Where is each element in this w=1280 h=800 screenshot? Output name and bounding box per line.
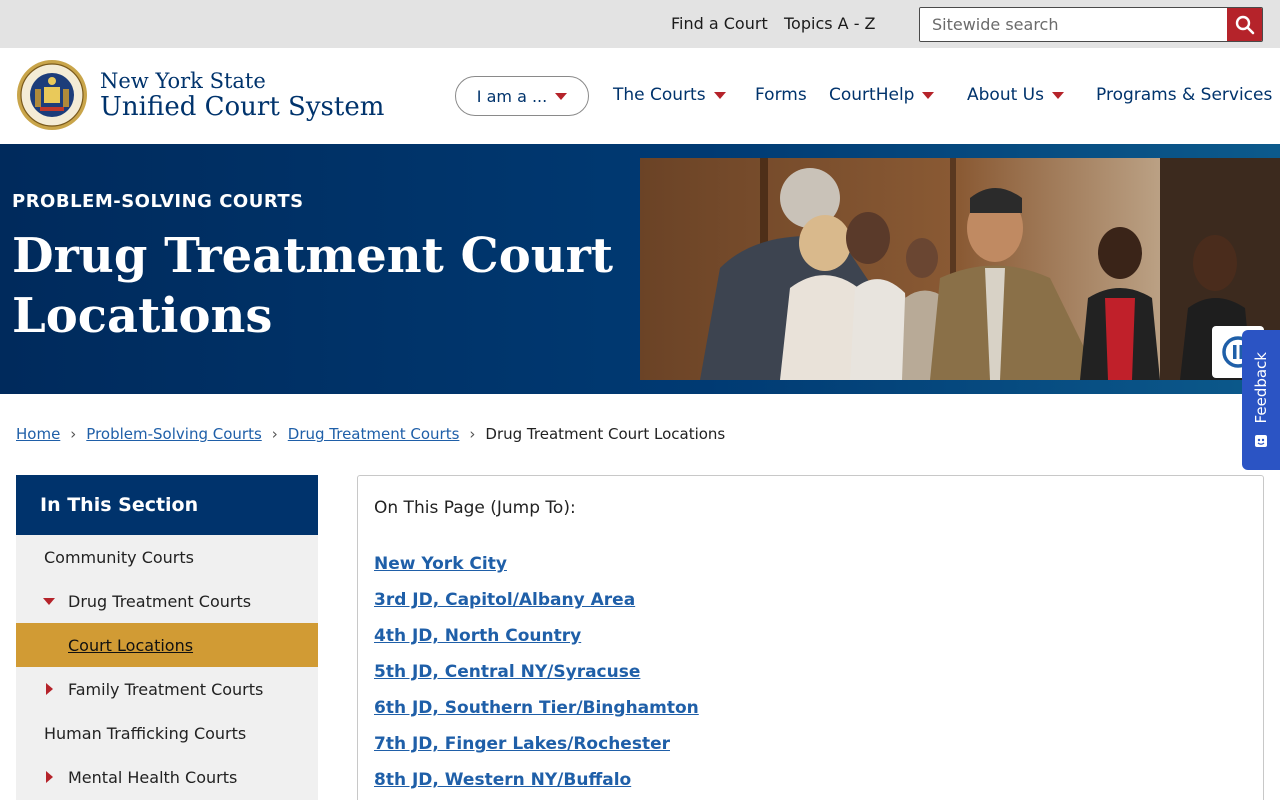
breadcrumb-problem-solving-courts[interactable]: Problem-Solving Courts — [86, 425, 261, 443]
site-header: New York State Unified Court System I am… — [0, 48, 1280, 144]
section-sidebar: In This Section Community Courts Drug Tr… — [16, 475, 318, 800]
chevron-down-icon — [555, 92, 568, 100]
hero-banner: PROBLEM-SOLVING COURTS Drug Treatment Co… — [0, 144, 1280, 394]
i-am-a-dropdown[interactable]: I am a ... — [455, 76, 589, 116]
jump-link-4th-jd[interactable]: 4th JD, North Country — [374, 626, 581, 646]
feedback-icon — [1255, 434, 1267, 447]
brand-title-line1[interactable]: New York State — [100, 69, 266, 93]
list-item: 3rd JD, Capitol/Albany Area — [374, 590, 699, 626]
nav-label: CourtHelp — [829, 85, 915, 105]
sidebar-item-label: Drug Treatment Courts — [68, 591, 252, 611]
list-item: 7th JD, Finger Lakes/Rochester — [374, 734, 699, 770]
jump-link-8th-jd[interactable]: 8th JD, Western NY/Buffalo — [374, 770, 631, 790]
list-item: 5th JD, Central NY/Syracuse — [374, 662, 699, 698]
chevron-down-icon — [1051, 91, 1064, 99]
sidebar-item-label: Mental Health Courts — [68, 767, 238, 787]
sidebar-item-label: Court Locations — [68, 635, 194, 655]
search-button[interactable] — [1227, 8, 1262, 41]
hero-photo — [640, 158, 1280, 380]
nav-label: Forms — [755, 85, 807, 105]
nav-the-courts[interactable]: The Courts — [613, 85, 726, 105]
chevron-right-icon: › — [271, 425, 278, 443]
page-title: Drug Treatment Court Locations — [12, 228, 614, 344]
topics-a-z-link[interactable]: Topics A - Z — [784, 14, 876, 33]
sidebar-item-drug-treatment-courts[interactable]: Drug Treatment Courts — [16, 579, 318, 623]
sidebar-item-human-trafficking-courts[interactable]: Human Trafficking Courts — [16, 711, 318, 755]
list-item: 4th JD, North Country — [374, 626, 699, 662]
chevron-right-icon — [45, 683, 53, 695]
sidebar-heading: In This Section — [16, 475, 318, 535]
jump-link-7th-jd[interactable]: 7th JD, Finger Lakes/Rochester — [374, 734, 670, 754]
search-icon — [1235, 15, 1254, 34]
nys-seal-icon[interactable] — [16, 59, 88, 131]
sidebar-item-label: Community Courts — [44, 547, 194, 567]
breadcrumb-drug-treatment-courts[interactable]: Drug Treatment Courts — [288, 425, 460, 443]
sidebar-item-court-locations[interactable]: Court Locations — [16, 623, 318, 667]
sitewide-search — [919, 7, 1263, 42]
chevron-down-icon — [713, 91, 726, 99]
jump-link-new-york-city[interactable]: New York City — [374, 554, 507, 574]
chevron-down-icon — [922, 91, 935, 99]
chevron-right-icon: › — [469, 425, 476, 443]
nav-label: About Us — [967, 85, 1044, 105]
find-a-court-link[interactable]: Find a Court — [671, 14, 768, 33]
breadcrumb: Home › Problem-Solving Courts › Drug Tre… — [16, 425, 725, 443]
sidebar-item-mental-health-courts[interactable]: Mental Health Courts — [16, 755, 318, 799]
sidebar-item-label: Family Treatment Courts — [68, 679, 264, 699]
chevron-down-icon — [43, 597, 55, 605]
nav-about-us[interactable]: About Us — [967, 85, 1064, 105]
sidebar-item-family-treatment-courts[interactable]: Family Treatment Courts — [16, 667, 318, 711]
list-item: 6th JD, Southern Tier/Binghamton — [374, 698, 699, 734]
sidebar-item-community-courts[interactable]: Community Courts — [16, 535, 318, 579]
brand-title-line2[interactable]: Unified Court System — [100, 92, 384, 122]
jump-heading: On This Page (Jump To): — [374, 498, 576, 518]
i-am-a-label: I am a ... — [476, 86, 548, 106]
on-this-page-box: On This Page (Jump To): New York City 3r… — [357, 475, 1264, 800]
sidebar-item-label: Human Trafficking Courts — [44, 723, 247, 743]
utility-bar: Find a Court Topics A - Z — [0, 0, 1280, 48]
nav-courthelp[interactable]: CourtHelp — [829, 85, 935, 105]
jump-link-6th-jd[interactable]: 6th JD, Southern Tier/Binghamton — [374, 698, 699, 718]
nav-label: Programs & Services — [1096, 85, 1273, 105]
search-input[interactable] — [920, 8, 1228, 41]
nav-programs-services[interactable]: Programs & Services — [1096, 85, 1272, 105]
feedback-tab[interactable]: Feedback — [1242, 330, 1280, 470]
breadcrumb-current: Drug Treatment Court Locations — [485, 425, 726, 443]
nav-label: The Courts — [613, 85, 706, 105]
breadcrumb-home[interactable]: Home — [16, 425, 60, 443]
hero-eyebrow: PROBLEM-SOLVING COURTS — [12, 191, 304, 212]
list-item: 8th JD, Western NY/Buffalo — [374, 770, 699, 800]
chevron-right-icon — [45, 771, 53, 783]
jump-link-3rd-jd[interactable]: 3rd JD, Capitol/Albany Area — [374, 590, 635, 610]
nav-forms[interactable]: Forms — [755, 85, 807, 105]
chevron-right-icon: › — [70, 425, 77, 443]
jump-link-list: New York City 3rd JD, Capitol/Albany Are… — [374, 554, 699, 800]
jump-link-5th-jd[interactable]: 5th JD, Central NY/Syracuse — [374, 662, 640, 682]
feedback-label: Feedback — [1252, 352, 1270, 424]
list-item: New York City — [374, 554, 699, 590]
